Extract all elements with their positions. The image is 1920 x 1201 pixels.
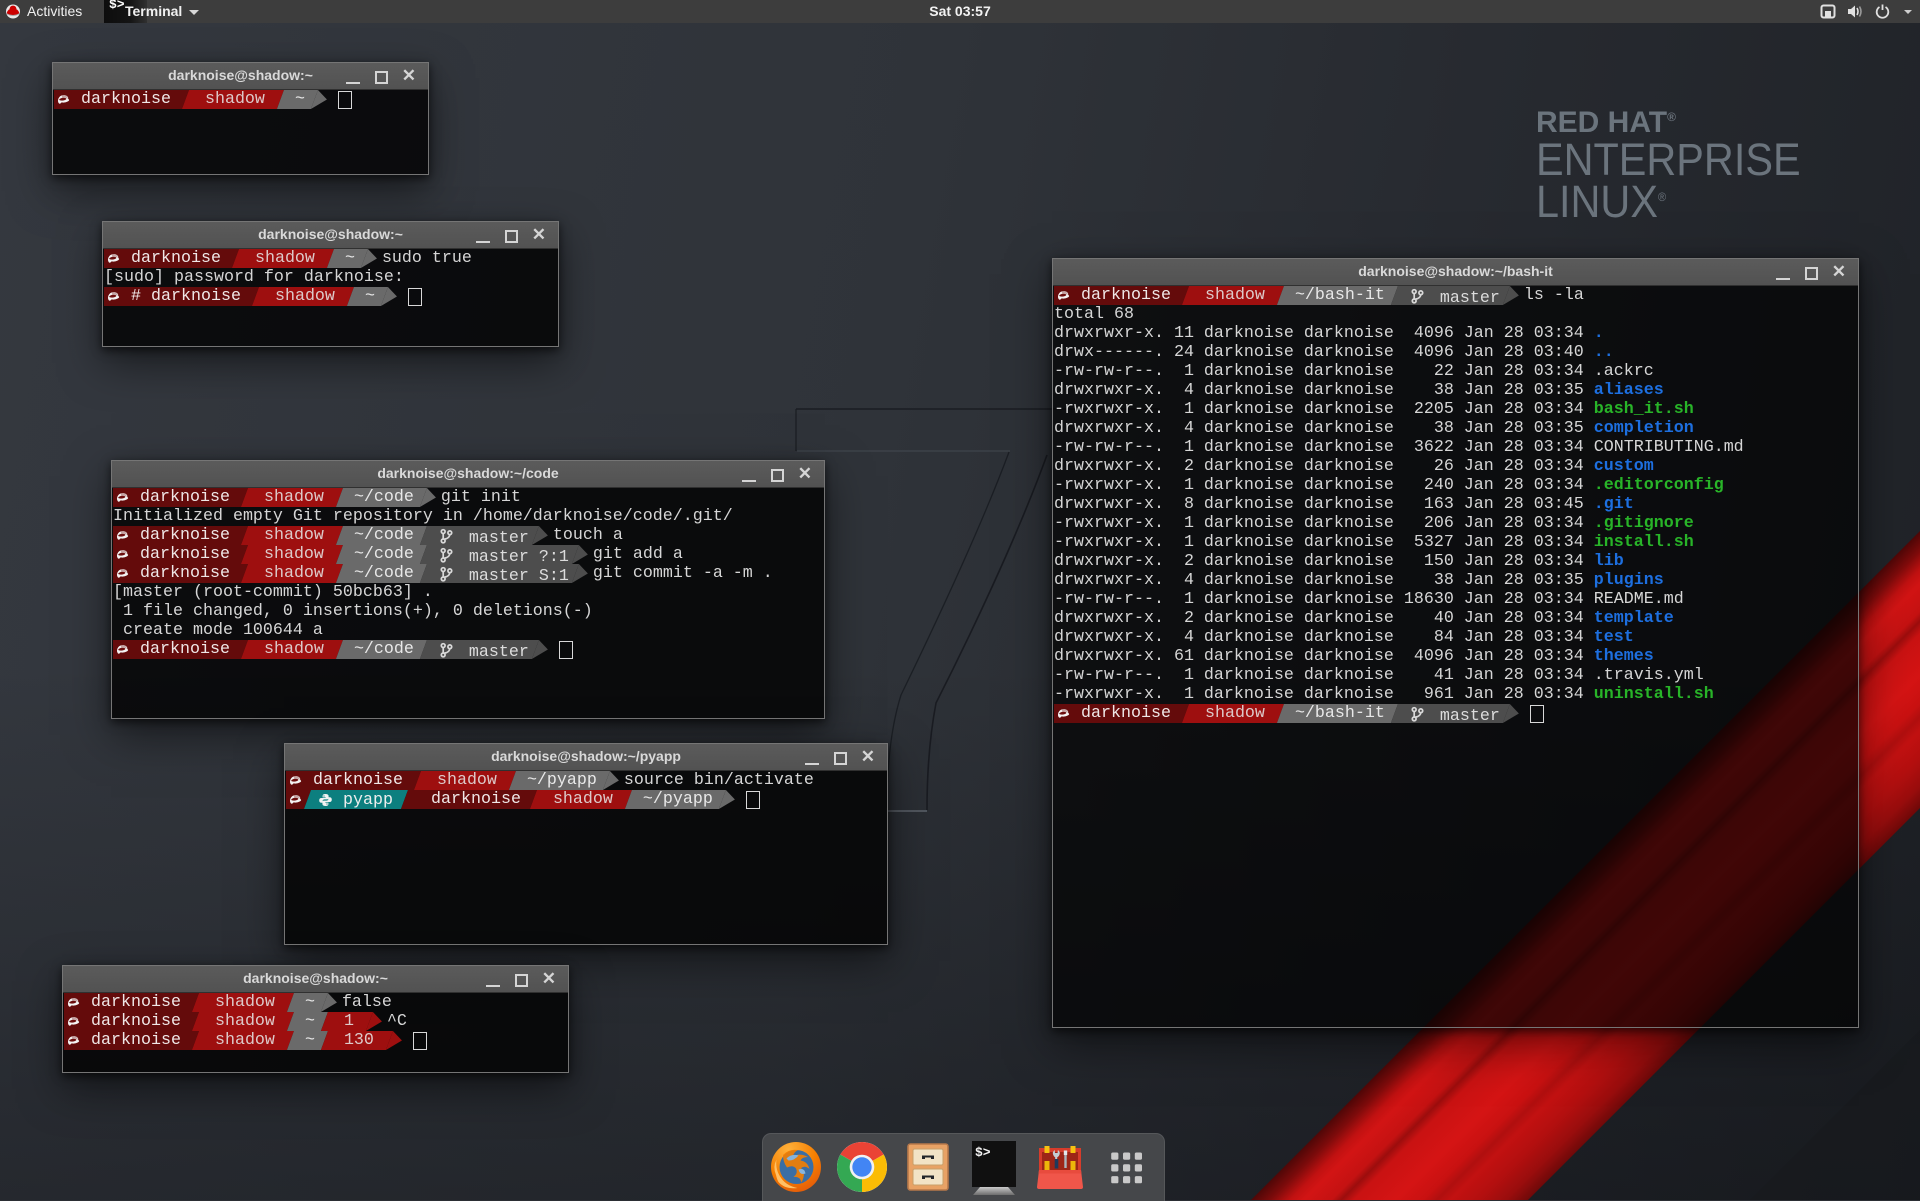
svg-text:$>: $>	[975, 1145, 991, 1160]
